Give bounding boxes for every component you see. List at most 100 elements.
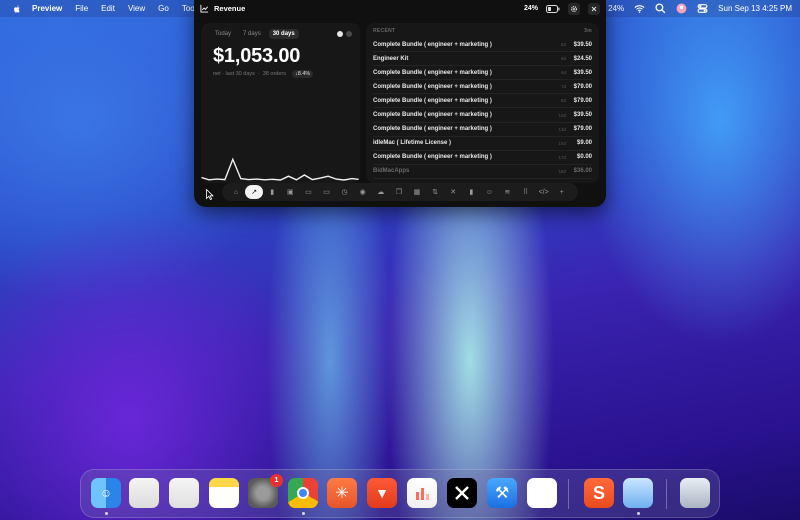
home-icon: ⌂: [233, 188, 239, 196]
battery-icon: [546, 4, 560, 13]
toggle-dot-off[interactable]: [346, 31, 352, 37]
toggle-dot-on[interactable]: [337, 31, 343, 37]
grid-table-tool-button[interactable]: ▦: [408, 185, 426, 199]
menu-edit[interactable]: Edit: [101, 4, 115, 13]
period-selector: Today 7 days 30 days: [211, 29, 299, 39]
menu-app-name[interactable]: Preview: [32, 4, 62, 13]
product-name: Complete Bundle ( engineer + marketing ): [373, 97, 492, 104]
apps-grid-tool-button[interactable]: ⠿: [517, 185, 535, 199]
list-item[interactable]: Complete Bundle ( engineer + marketing )…: [373, 38, 592, 53]
cloud-tool-button[interactable]: ☁: [372, 185, 390, 199]
timer-tool-button[interactable]: ◷: [336, 185, 354, 199]
launchpad-icon[interactable]: [129, 478, 159, 508]
calendar-tool-button[interactable]: ▣: [281, 185, 299, 199]
period-30-days[interactable]: 30 days: [268, 29, 299, 39]
product-name: idleMac ( Lifetime License ): [373, 140, 452, 147]
list-item[interactable]: BidMacApps 18d $36.00: [373, 165, 592, 179]
user-avatar-icon[interactable]: [676, 3, 687, 14]
apple-menu-icon[interactable]: [12, 4, 22, 14]
xcode-icon[interactable]: ⚒: [487, 478, 517, 508]
bar-chart-tool-button[interactable]: ▮: [263, 185, 281, 199]
product-name: Complete Bundle ( engineer + marketing ): [373, 41, 492, 48]
list-item[interactable]: Complete Bundle ( engineer + marketing )…: [373, 94, 592, 109]
recent-sales-card: RECENT 3m Complete Bundle ( engineer + m…: [366, 23, 599, 183]
folder-tool-button[interactable]: ▭: [317, 185, 335, 199]
sale-price: $24.50: [573, 55, 592, 62]
swap-tool-button[interactable]: ⇅: [426, 185, 444, 199]
sale-price: $39.50: [573, 41, 592, 48]
sale-age: 8d: [560, 98, 566, 104]
x-app-icon[interactable]: [447, 478, 477, 508]
finder-icon[interactable]: ☺: [91, 478, 121, 508]
dock-separator: [568, 479, 569, 509]
sale-age: 7d: [560, 84, 566, 90]
sale-age: 6d: [560, 56, 566, 62]
blank-app-icon[interactable]: [527, 478, 557, 508]
cloud-icon: ☁: [377, 189, 385, 196]
list-item[interactable]: Engineer Kit 6d $24.50: [373, 52, 592, 67]
order-count: 38 orders: [262, 71, 286, 77]
revenue-amount: $1,053.00: [213, 45, 301, 67]
charts-app-icon[interactable]: [407, 478, 437, 508]
code-tool-button[interactable]: </>: [535, 185, 553, 199]
bottle-app-icon[interactable]: [623, 478, 653, 508]
sale-age: 17d: [558, 154, 566, 160]
control-center-icon[interactable]: [697, 3, 708, 14]
product-name: Complete Bundle ( engineer + marketing ): [373, 69, 492, 76]
s-app-icon[interactable]: S: [584, 478, 614, 508]
sale-price: $36.00: [573, 168, 592, 175]
plus-tool-button[interactable]: +: [553, 185, 571, 199]
running-indicator: [302, 512, 305, 515]
tools-tool-button[interactable]: ✕: [444, 185, 462, 199]
home-tool-button[interactable]: ⌂: [227, 185, 245, 199]
stickies-icon[interactable]: [169, 478, 199, 508]
list-item[interactable]: Complete Bundle ( engineer + marketing )…: [373, 108, 592, 123]
chart-line-tool-button[interactable]: ↗: [245, 185, 264, 199]
swap-icon: ⇅: [432, 189, 439, 196]
bookmark-tool-button[interactable]: ▮: [462, 185, 480, 199]
list-item[interactable]: Complete Bundle ( engineer + marketing )…: [373, 123, 592, 137]
documents-tool-button[interactable]: ❐: [390, 185, 408, 199]
period-7-days[interactable]: 7 days: [239, 29, 265, 39]
chrome-icon[interactable]: [288, 478, 318, 508]
clock[interactable]: Sun Sep 13 4:25 PM: [718, 4, 792, 13]
trash-icon[interactable]: [680, 478, 710, 508]
product-name: Engineer Kit: [373, 55, 409, 62]
close-button[interactable]: [588, 2, 600, 15]
list-item[interactable]: idleMac ( Lifetime License ) 15d $9.00: [373, 137, 592, 151]
menu-file[interactable]: File: [75, 4, 88, 13]
recent-list: Complete Bundle ( engineer + marketing )…: [373, 38, 592, 179]
sale-price: $79.00: [573, 83, 592, 90]
perplexity-icon[interactable]: ✳: [327, 478, 357, 508]
plus-icon: +: [559, 188, 564, 196]
brave-icon[interactable]: ▼: [367, 478, 397, 508]
product-name: Complete Bundle ( engineer + marketing ): [373, 112, 492, 119]
database-tool-button[interactable]: ◉: [354, 185, 372, 199]
list-item[interactable]: Complete Bundle ( engineer + marketing )…: [373, 66, 592, 81]
sparkline-path: [201, 157, 360, 181]
list-item[interactable]: Complete Bundle ( engineer + marketing )…: [373, 151, 592, 165]
wifi-icon[interactable]: [634, 3, 645, 14]
waveform-tool-button[interactable]: ≋: [498, 185, 516, 199]
sale-price: $0.00: [576, 154, 592, 161]
period-today[interactable]: Today: [211, 29, 235, 39]
inbox-tool-button[interactable]: ▭: [299, 185, 317, 199]
separator-dot: ·: [257, 71, 260, 77]
smile-tool-button[interactable]: ☺: [480, 185, 498, 199]
revenue-subline: net · last 30 days · 38 orders ↓8.4%: [213, 70, 314, 78]
sale-age: 15d: [558, 140, 566, 146]
bar-chart-icon: ▮: [270, 189, 275, 196]
sale-age: 5d: [560, 42, 566, 48]
settings-button[interactable]: [568, 2, 580, 15]
recent-title: RECENT: [373, 28, 396, 34]
list-item[interactable]: Complete Bundle ( engineer + marketing )…: [373, 80, 592, 95]
sale-price: $79.00: [573, 97, 592, 104]
settings-icon[interactable]: 1: [248, 474, 283, 508]
search-icon[interactable]: [655, 3, 666, 14]
sale-price: $79.00: [573, 126, 592, 133]
menu-view[interactable]: View: [128, 4, 145, 13]
revenue-window: Revenue 24% Today 7 days 30 days $1,053.…: [194, 0, 606, 207]
notes-icon[interactable]: [209, 478, 239, 508]
menu-go[interactable]: Go: [158, 4, 169, 13]
sale-price: $39.50: [573, 112, 592, 119]
